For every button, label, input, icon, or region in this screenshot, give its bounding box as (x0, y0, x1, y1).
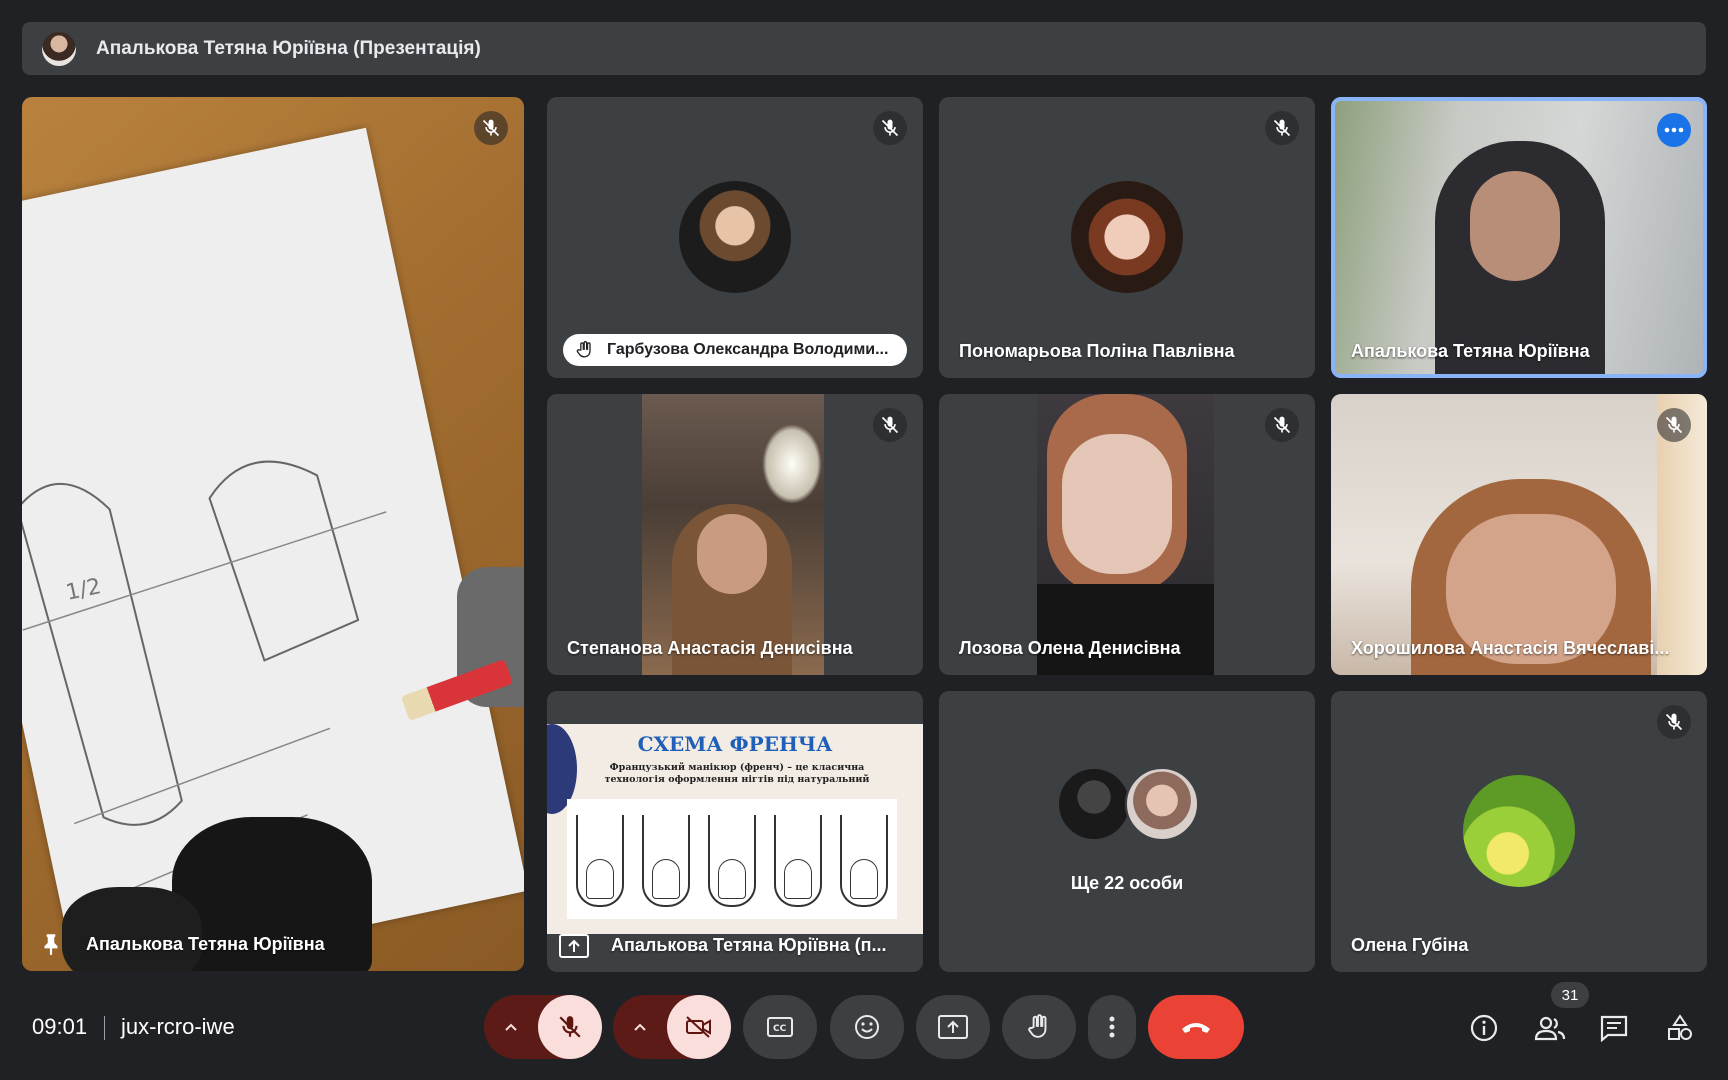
participant-tile[interactable]: Степанова Анастасія Денисівна (547, 394, 923, 675)
mic-off-icon (1657, 705, 1691, 739)
divider (104, 1016, 105, 1040)
svg-text:1/2: 1/2 (64, 574, 104, 606)
emoji-icon (855, 1015, 879, 1039)
more-vert-icon (1109, 1016, 1115, 1038)
reactions-button[interactable] (830, 995, 904, 1059)
more-participants-tile[interactable]: Ще 22 особи (939, 691, 1315, 972)
pin-icon[interactable] (38, 931, 64, 957)
participant-tile[interactable]: Гарбузова Олександра Володими... (547, 97, 923, 378)
presentation-tile[interactable]: СХЕМА ФРЕНЧА Французький манікюр (френч)… (547, 691, 923, 972)
hand-icon (1028, 1014, 1047, 1038)
participant-name: Лозова Олена Денисівна (959, 638, 1181, 658)
more-participants-label: Ще 22 особи (1070, 873, 1184, 893)
mic-off-icon (873, 111, 907, 145)
meeting-controls-bar: 09:01 jux-rcro-iwe CC 31 (0, 980, 1728, 1080)
participant-name: Пономарьова Поліна Павлівна (959, 341, 1235, 361)
present-screen-icon (559, 934, 589, 958)
present-screen-icon (938, 1015, 968, 1039)
more-options-icon[interactable] (1657, 113, 1691, 147)
activities-icon[interactable] (1662, 1010, 1698, 1046)
participant-avatar (1057, 767, 1131, 841)
slide-diagram (567, 799, 897, 919)
meeting-code: jux-rcro-iwe (121, 1014, 235, 1039)
video-frame-face (1470, 171, 1560, 281)
raise-hand-button[interactable] (1002, 995, 1076, 1059)
hand-raised-icon (576, 341, 591, 358)
participant-avatar (679, 181, 791, 293)
mic-options-chevron-icon[interactable] (484, 1022, 538, 1032)
participant-avatar (1463, 775, 1575, 887)
more-options-button[interactable] (1088, 995, 1136, 1059)
camera-off-icon (686, 1016, 711, 1038)
participant-count-badge: 31 (1551, 982, 1589, 1008)
active-speaker-tile[interactable]: Апалькова Тетяна Юріївна (1331, 97, 1707, 378)
mic-off-icon (474, 111, 508, 145)
participant-tile[interactable]: Хорошилова Анастасія Вячеславі... (1331, 394, 1707, 675)
presentation-slide: СХЕМА ФРЕНЧА Французький манікюр (френч)… (547, 724, 923, 934)
video-frame (642, 394, 824, 675)
participant-tile[interactable]: Олена Губіна (1331, 691, 1707, 972)
participant-name: Олена Губіна (1351, 935, 1469, 955)
leave-call-button[interactable] (1148, 995, 1244, 1059)
captions-button[interactable]: CC (743, 995, 817, 1059)
mic-off-icon (1657, 408, 1691, 442)
mic-toggle-button[interactable] (538, 995, 602, 1059)
presenter-avatar (42, 31, 76, 66)
participant-name: Хорошилова Анастасія Вячеславі... (1351, 638, 1670, 658)
participant-tile[interactable]: Лозова Олена Денисівна (939, 394, 1315, 675)
present-screen-button[interactable] (916, 995, 990, 1059)
participant-tile[interactable]: Пономарьова Поліна Павлівна (939, 97, 1315, 378)
hand-raised-badge: Гарбузова Олександра Володими... (563, 334, 907, 366)
participant-name: Апалькова Тетяна Юріївна (86, 934, 325, 954)
meeting-info-icon[interactable] (1466, 1010, 1502, 1046)
mic-off-icon (1265, 408, 1299, 442)
presenter-banner: Апалькова Тетяна Юріївна (Презентація) (22, 22, 1706, 75)
presenter-banner-title: Апалькова Тетяна Юріївна (Презентація) (96, 37, 481, 59)
mic-off-icon (559, 1016, 581, 1038)
mic-off-icon (873, 408, 907, 442)
participant-avatar (1071, 181, 1183, 293)
camera-options-chevron-icon[interactable] (613, 1022, 667, 1032)
participant-name: Степанова Анастасія Денисівна (567, 638, 853, 658)
camera-toggle-button[interactable] (667, 995, 731, 1059)
end-call-icon (1182, 1023, 1210, 1033)
mic-off-icon (1265, 111, 1299, 145)
participant-name: Апалькова Тетяна Юріївна (1351, 341, 1590, 361)
video-frame (1037, 394, 1214, 675)
people-icon[interactable] (1532, 1010, 1568, 1046)
slide-title: СХЕМА ФРЕНЧА (637, 732, 833, 756)
participant-name: Апалькова Тетяна Юріївна (п... (611, 935, 887, 955)
slide-subtitle: Французький манікюр (френч) – це класичн… (604, 762, 870, 785)
participant-avatar (1125, 767, 1199, 841)
video-frame-glove (62, 887, 202, 971)
chat-icon[interactable] (1596, 1010, 1632, 1046)
pinned-video-tile[interactable]: 1/2 Апалькова Тетяна Юріївна (22, 97, 524, 971)
meeting-clock: 09:01 (32, 1014, 88, 1039)
participant-name: Гарбузова Олександра Володими... (607, 341, 889, 358)
svg-text:CC: CC (773, 1024, 787, 1034)
captions-icon: CC (767, 1017, 793, 1037)
